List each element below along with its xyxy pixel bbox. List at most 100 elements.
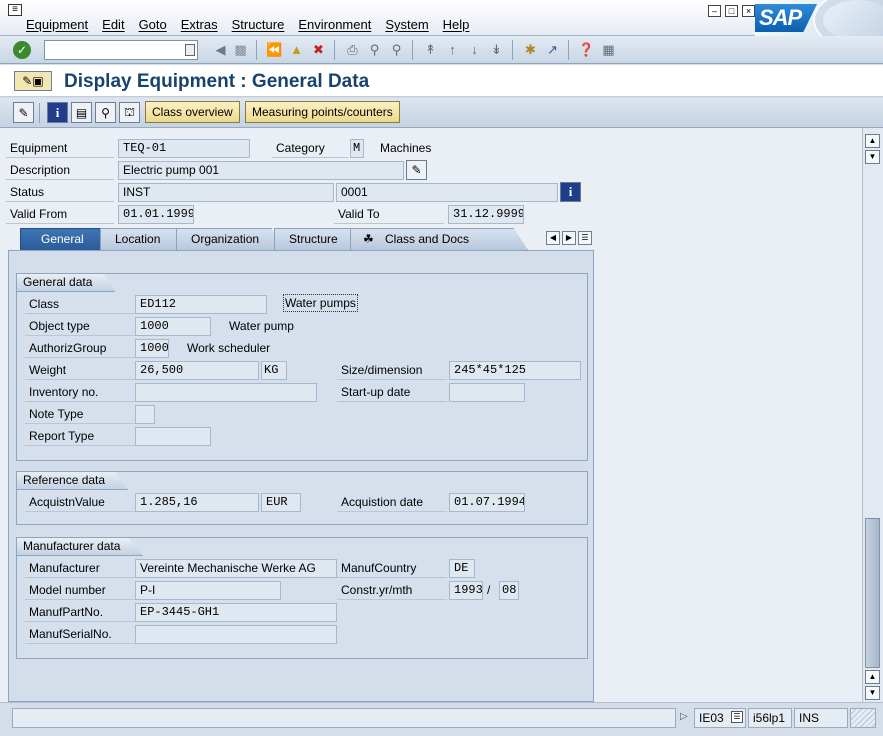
check-icon[interactable]: ✓	[13, 41, 31, 59]
construction-year-field[interactable]: 1993	[449, 581, 483, 600]
menu-help[interactable]: Help	[443, 17, 470, 32]
menu-edit[interactable]: Edit	[102, 17, 124, 32]
acquisition-currency-field[interactable]: EUR	[261, 493, 301, 512]
user-status-field[interactable]: 0001	[336, 183, 558, 202]
insert-mode[interactable]: INS	[794, 708, 848, 728]
close-window-icon[interactable]: ×	[742, 5, 755, 17]
tab-location[interactable]: Location	[100, 228, 184, 250]
acquisition-value-field[interactable]: 1.285,16	[135, 493, 259, 512]
command-field[interactable]	[44, 40, 198, 60]
exit-icon[interactable]: ▲	[288, 41, 305, 58]
manufacturer-field[interactable]: Vereinte Mechanische Werke AG	[135, 559, 337, 578]
toolbar-separator	[334, 40, 335, 60]
description-field[interactable]: Electric pump 001	[118, 161, 404, 180]
object-type-field[interactable]: 1000	[135, 317, 211, 336]
menu-goto[interactable]: Goto	[139, 17, 167, 32]
class-docs-icon: ☘	[363, 232, 374, 246]
report-type-field[interactable]	[135, 427, 211, 446]
server-name: i56lp1	[748, 708, 792, 728]
manuf-part-no-label: ManufPartNo.	[25, 602, 135, 622]
scroll-up-icon[interactable]: ▲	[865, 670, 880, 684]
size-dimension-field[interactable]: 245*45*125	[449, 361, 581, 380]
status-expand-icon[interactable]: ▷	[680, 707, 688, 727]
back-arrow-icon[interactable]: ◀	[212, 41, 229, 58]
vertical-scrollbar[interactable]: ▲ ▼ ▲ ▼	[862, 128, 883, 702]
valid-from-field[interactable]: 01.01.1999	[118, 205, 194, 224]
menu-structure[interactable]: Structure	[232, 17, 285, 32]
startup-date-field[interactable]	[449, 383, 525, 402]
layout-menu-icon[interactable]: ▦	[600, 41, 617, 58]
model-number-field[interactable]: P-I	[135, 581, 281, 600]
previous-page-icon[interactable]: ↑	[444, 41, 461, 58]
menu-environment[interactable]: Environment	[298, 17, 371, 32]
save-icon[interactable]: ▩	[232, 41, 249, 58]
menu-bar: ≡ Equipment Edit Goto Extras Structure E…	[0, 0, 883, 36]
tab-scroll-right-icon[interactable]: ▶	[562, 231, 576, 245]
tab-list-icon[interactable]: ☰	[578, 231, 592, 245]
first-page-icon[interactable]: ↟	[422, 41, 439, 58]
valid-to-field[interactable]: 31.12.9999	[448, 205, 524, 224]
measuring-points-button[interactable]: Measuring points/counters	[245, 101, 400, 123]
find-icon[interactable]: ⚲	[366, 41, 383, 58]
authoriz-group-field[interactable]: 1000	[135, 339, 169, 358]
scroll-top-icon[interactable]: ▲	[865, 134, 880, 148]
weight-field[interactable]: 26,500	[135, 361, 259, 380]
info-icon[interactable]: i	[47, 102, 68, 123]
description-label: Description	[6, 160, 114, 180]
class-field[interactable]: ED112	[135, 295, 267, 314]
status-message-area	[12, 708, 676, 728]
back-icon[interactable]: ⏪	[266, 41, 283, 58]
tab-scroll-left-icon[interactable]: ◀	[546, 231, 560, 245]
last-page-icon[interactable]: ↡	[488, 41, 505, 58]
note-type-field[interactable]	[135, 405, 155, 424]
construction-month-field[interactable]: 08	[499, 581, 519, 600]
resize-grip-icon[interactable]	[850, 708, 876, 728]
tab-class-and-docs[interactable]: ☘ Class and Docs	[350, 228, 528, 250]
transaction-code-text: IE03	[699, 711, 724, 725]
menu-extras[interactable]: Extras	[181, 17, 218, 32]
system-info-icon[interactable]: ☰	[731, 711, 743, 723]
tab-structure[interactable]: Structure	[274, 228, 360, 250]
manuf-serial-no-field[interactable]	[135, 625, 337, 644]
shortcut-icon[interactable]: ↗	[544, 41, 561, 58]
class-overview-button[interactable]: Class overview	[145, 101, 240, 123]
menu-equipment[interactable]: Equipment	[26, 17, 88, 32]
hierarchy-icon[interactable]: ⛫	[119, 102, 140, 123]
manuf-country-field[interactable]: DE	[449, 559, 475, 578]
cancel-icon[interactable]: ✖	[310, 41, 327, 58]
scroll-down-page-icon[interactable]: ▼	[865, 150, 880, 164]
long-text-icon[interactable]: ✎	[406, 160, 427, 180]
find-next-icon[interactable]: ⚲	[388, 41, 405, 58]
weight-unit-field[interactable]: KG	[261, 361, 287, 380]
category-field[interactable]: M	[350, 139, 364, 158]
general-data-title: General data	[16, 273, 116, 292]
maximize-icon[interactable]: □	[725, 5, 738, 17]
status-info-icon[interactable]: i	[560, 182, 581, 202]
tab-organization[interactable]: Organization	[176, 228, 280, 250]
valid-from-label: Valid From	[6, 204, 114, 224]
window-controls: – □ ×	[708, 5, 755, 17]
edit-pencil-icon[interactable]: ✎	[13, 102, 34, 123]
next-page-icon[interactable]: ↓	[466, 41, 483, 58]
status-field[interactable]: INST	[118, 183, 334, 202]
document-icon[interactable]: ▤	[71, 102, 92, 123]
menu-system[interactable]: System	[385, 17, 428, 32]
weight-label: Weight	[25, 360, 135, 380]
class-text: Water pumps	[283, 294, 358, 312]
scrollbar-thumb[interactable]	[865, 518, 880, 668]
print-icon[interactable]: ⎙	[344, 41, 361, 58]
help-icon[interactable]: ❓	[578, 41, 595, 58]
equipment-field[interactable]: TEQ-01	[118, 139, 250, 158]
inventory-field[interactable]	[135, 383, 317, 402]
command-history-icon[interactable]	[185, 44, 195, 56]
new-session-icon[interactable]: ✱	[522, 41, 539, 58]
window-menu-icon[interactable]: ≡	[8, 4, 22, 16]
scroll-bottom-icon[interactable]: ▼	[865, 686, 880, 700]
acquisition-date-field[interactable]: 01.07.1994	[449, 493, 525, 512]
display-mode-icon[interactable]: ✎▣	[14, 71, 52, 91]
minimize-icon[interactable]: –	[708, 5, 721, 17]
manuf-part-no-field[interactable]: EP-3445-GH1	[135, 603, 337, 622]
binoculars-icon[interactable]: ⚲	[95, 102, 116, 123]
transaction-code: IE03 ☰	[694, 708, 746, 728]
tab-general[interactable]: General	[20, 228, 112, 250]
